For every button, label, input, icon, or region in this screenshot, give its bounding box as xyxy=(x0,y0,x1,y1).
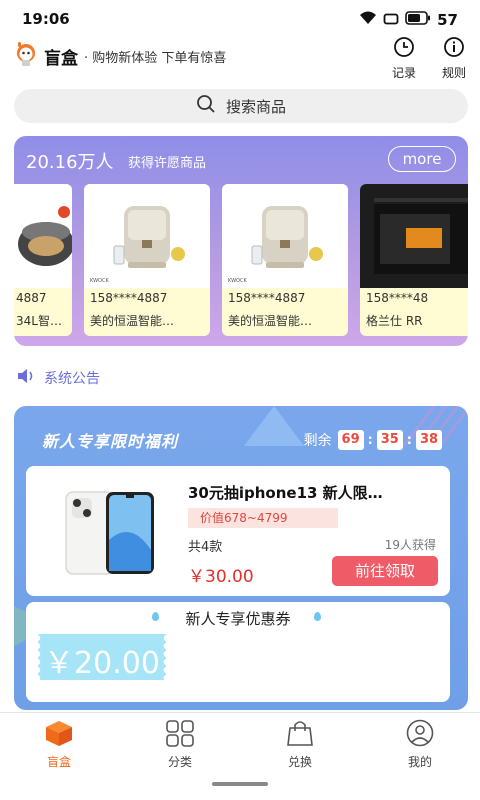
nav-label: 分类 xyxy=(167,755,192,769)
countdown-label: 剩余 xyxy=(303,433,332,449)
app-name: 盲盒 xyxy=(44,49,78,69)
countdown-separator: : xyxy=(367,432,373,448)
nav-item-exchange[interactable]: 兑换 xyxy=(265,719,335,770)
kettle-image: KWOCK xyxy=(84,184,210,288)
rice-cooker-image xyxy=(14,184,72,288)
drop-icon xyxy=(314,612,321,621)
user-icon xyxy=(405,719,435,751)
newcomer-title: 新人专享限时福利 xyxy=(42,432,179,451)
wish-card[interactable]: 158****48 格兰仕 RR xyxy=(360,184,468,336)
records-button[interactable]: 记录 xyxy=(387,36,421,81)
wish-card-phone: 158****4887 xyxy=(228,291,306,305)
wish-card[interactable]: KWOCK 158****4887 美的恒温智能… xyxy=(222,184,348,336)
product-price: ￥30.00 xyxy=(188,567,254,587)
status-time: 19:06 xyxy=(22,10,70,28)
rules-label: 规则 xyxy=(441,66,466,80)
coupon-title: 新人专享优惠券 xyxy=(185,610,291,628)
product-value-tag: 价值678~4799 xyxy=(188,508,338,528)
wish-card-name: 34L智… xyxy=(16,314,62,328)
rules-button[interactable]: 规则 xyxy=(437,36,471,81)
home-indicator[interactable] xyxy=(212,782,268,786)
announcement-label: 系统公告 xyxy=(44,371,100,387)
nav-item-profile[interactable]: 我的 xyxy=(385,719,455,770)
grid-icon xyxy=(165,720,195,751)
more-button[interactable]: more xyxy=(388,146,456,172)
oven-image xyxy=(360,184,468,288)
wish-banner: 20.16万人 获得许愿商品 more 4887 34L智… KWOCK 158… xyxy=(14,136,468,346)
svg-text:KWOCK: KWOCK xyxy=(90,278,109,284)
countdown-hours: 69 xyxy=(337,430,364,450)
wish-card-name: 美的恒温智能… xyxy=(90,314,175,328)
nav-item-category[interactable]: 分类 xyxy=(145,719,215,770)
newcomer-section: 新人专享限时福利 剩余 69 : 35 : 38 30元抽iphone13 新人… xyxy=(14,406,468,710)
nav-item-blindbox[interactable]: 盲盒 xyxy=(24,719,94,770)
nav-label: 盲盒 xyxy=(46,755,71,769)
info-icon xyxy=(443,37,465,62)
countdown-separator: : xyxy=(406,432,412,448)
coupon-ticket[interactable]: ￥20.00 xyxy=(37,634,166,681)
status-indicators: 57 xyxy=(359,10,458,29)
nav-label: 兑换 xyxy=(287,755,312,769)
wifi-icon xyxy=(359,10,377,29)
wish-winner-count: 20.16万人 xyxy=(26,152,114,173)
product-title: 30元抽iphone13 新人限… xyxy=(188,484,383,502)
product-total-count: 共4款 xyxy=(188,540,223,555)
shopping-bag-icon xyxy=(285,721,315,751)
search-icon xyxy=(196,94,216,118)
wish-description: 获得许愿商品 xyxy=(128,156,207,171)
bottom-navigation: 盲盒 分类 兑换 我的 xyxy=(0,712,480,770)
app-logo-icon xyxy=(12,40,40,68)
search-bar[interactable]: 搜索商品 xyxy=(14,89,468,123)
battery-level: 57 xyxy=(437,10,458,29)
wish-card-phone: 4887 xyxy=(16,291,47,305)
kettle-image: KWOCK xyxy=(222,184,348,288)
wish-card-name: 格兰仕 RR xyxy=(366,314,423,328)
product-obtained-count: 19人获得 xyxy=(384,538,436,552)
wish-card-phone: 158****4887 xyxy=(90,291,168,305)
newcomer-product-card[interactable]: 30元抽iphone13 新人限… 价值678~4799 共4款 19人获得 ￥… xyxy=(26,466,450,596)
wish-card-name: 美的恒温智能… xyxy=(228,314,313,328)
box-icon xyxy=(44,721,74,751)
screen-record-icon xyxy=(383,10,399,29)
status-bar: 19:06 57 xyxy=(0,0,480,36)
coupon-amount: ￥20.00 xyxy=(44,646,160,681)
app-header: 盲盒 · 购物新体验 下单有惊喜 记录 规则 xyxy=(0,36,480,81)
svg-text:KWOCK: KWOCK xyxy=(228,278,247,284)
countdown-minutes: 35 xyxy=(376,430,403,450)
battery-icon xyxy=(405,10,431,29)
app-slogan: · 购物新体验 下单有惊喜 xyxy=(84,51,227,66)
countdown-seconds: 38 xyxy=(416,430,442,450)
speaker-icon xyxy=(16,368,36,388)
records-label: 记录 xyxy=(391,66,416,80)
system-announcement[interactable]: 系统公告 xyxy=(16,368,100,388)
nav-label: 我的 xyxy=(407,755,432,769)
iphone-image xyxy=(46,480,176,580)
wish-card-phone: 158****48 xyxy=(366,291,429,305)
decoration-shape xyxy=(244,406,304,446)
search-placeholder: 搜索商品 xyxy=(225,97,286,116)
countdown-timer: 剩余 69 : 35 : 38 xyxy=(304,430,442,450)
wish-card[interactable]: KWOCK 158****4887 美的恒温智能… xyxy=(84,184,210,336)
wish-card[interactable]: 4887 34L智… xyxy=(14,184,72,336)
newcomer-coupon-card[interactable]: 新人专享优惠券 ￥20.00 xyxy=(26,602,450,702)
claim-button[interactable]: 前往领取 xyxy=(332,556,438,586)
clock-icon xyxy=(393,37,415,62)
